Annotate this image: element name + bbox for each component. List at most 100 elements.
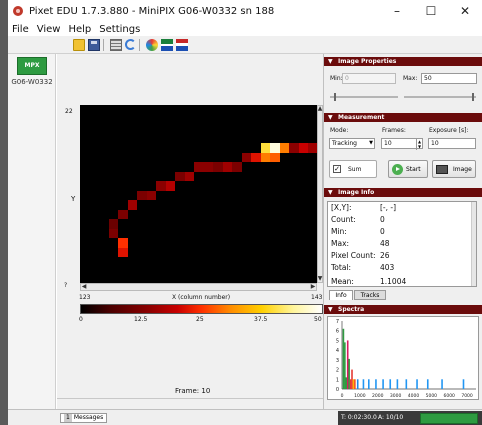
menu-settings[interactable]: Settings xyxy=(95,24,144,35)
frame-list-icon[interactable] xyxy=(110,38,122,51)
start-button[interactable]: Start xyxy=(388,160,428,178)
info-value-min: 0 xyxy=(380,227,385,236)
info-label-mean: Mean: xyxy=(331,277,354,286)
x-tick-label: 3000 xyxy=(390,393,402,399)
image-info-header[interactable]: ▼ Image Info xyxy=(324,188,482,197)
max-slider-thumb[interactable] xyxy=(472,93,474,101)
toolbar xyxy=(8,36,482,54)
min-slider-thumb[interactable] xyxy=(334,93,336,101)
hit-pixel xyxy=(270,143,280,153)
open-folder-icon[interactable] xyxy=(73,38,85,51)
info-label-count: Count: xyxy=(331,215,356,224)
x-tick-label: 6000 xyxy=(443,393,455,399)
messages-tab[interactable]: 1 Messages xyxy=(60,413,108,423)
calibration-icon[interactable] xyxy=(176,38,188,51)
hit-pixel xyxy=(260,143,270,153)
hit-pixel xyxy=(108,228,118,238)
maximize-button[interactable]: ☐ xyxy=(414,0,448,22)
hit-pixel xyxy=(298,143,308,153)
tab-tracks[interactable]: Tracks xyxy=(354,290,386,300)
close-button[interactable]: ✕ xyxy=(448,0,482,22)
menu-help[interactable]: Help xyxy=(64,24,95,35)
min-label: Min: xyxy=(330,75,343,82)
image-button[interactable]: Image xyxy=(432,160,476,178)
x-tick-label: 5000 xyxy=(426,393,438,399)
image-info-title: Image Info xyxy=(338,189,375,196)
acquisition-progress-bar xyxy=(420,413,478,424)
x-axis-tick-min: 123 xyxy=(79,294,91,301)
device-chip-icon[interactable]: MPX xyxy=(17,57,47,75)
x-axis-tick-max: 143 xyxy=(311,294,323,301)
exposure-label: Exposure [s]: xyxy=(429,127,469,134)
image-horizontal-scrollbar[interactable]: ◀ ▶ xyxy=(80,283,317,291)
hit-pixel xyxy=(251,152,261,162)
spectra-chart[interactable]: 0 1 2 3 4 5 6 7 0 1000 2000 3000 4000 5000 6000 7000 xyxy=(327,316,479,400)
collapse-triangle-icon[interactable]: ▼ xyxy=(328,113,333,122)
x-tick-label: 0 xyxy=(341,393,344,399)
y-tick-label: 2 xyxy=(336,368,339,374)
detector-image[interactable] xyxy=(80,105,317,283)
messages-label: Messages xyxy=(73,414,104,421)
hit-pixel xyxy=(203,162,213,172)
menu-file[interactable]: File xyxy=(8,24,33,35)
info-value-total: 403 xyxy=(380,263,395,272)
x-tick-label: 2000 xyxy=(372,393,384,399)
exposure-input[interactable]: 10 xyxy=(428,138,476,149)
collapse-triangle-icon[interactable]: ▼ xyxy=(328,305,333,314)
frame-label: Frame: 10 xyxy=(175,387,211,395)
max-label: Max: xyxy=(403,75,418,82)
image-viewer: 22 Y ? ▲ ▼ ◀ ▶ 123 X (column number) 143… xyxy=(57,54,323,409)
frames-spinner-icon[interactable]: ▲ ▼ xyxy=(416,139,422,150)
left-window-edge xyxy=(0,0,8,425)
mode-label: Mode: xyxy=(330,127,349,134)
tab-info[interactable]: Info xyxy=(329,290,353,300)
save-icon[interactable] xyxy=(88,38,100,51)
toolbar-separator xyxy=(103,38,104,51)
info-value-count: 0 xyxy=(380,215,385,224)
sum-toggle[interactable]: ✓ Sum xyxy=(329,160,377,178)
frames-label: Frames: xyxy=(382,127,406,134)
mode-select[interactable]: Tracking ▼ xyxy=(329,138,375,149)
y-axis-tick-bottom: ? xyxy=(64,282,68,289)
color-scale-bar[interactable] xyxy=(80,304,323,314)
max-slider-track[interactable] xyxy=(404,96,476,98)
image-info-scrollbar[interactable] xyxy=(471,202,476,286)
scroll-right-arrow-icon[interactable]: ▶ xyxy=(310,284,316,290)
hit-pixel xyxy=(241,152,251,162)
info-value-pixel-count: 26 xyxy=(380,251,390,260)
x-tick-label: 7000 xyxy=(461,393,473,399)
min-input[interactable]: 0 xyxy=(342,73,396,84)
collapse-triangle-icon[interactable]: ▼ xyxy=(328,57,333,66)
status-bar: 1 Messages T: 0:02:30.0 A: 10/10 xyxy=(8,409,482,425)
hit-pixel xyxy=(270,152,280,162)
minimize-button[interactable]: – xyxy=(380,0,414,22)
info-value-mean: 1.1004 xyxy=(380,277,407,286)
refresh-icon[interactable] xyxy=(125,39,136,50)
max-input[interactable]: 50 xyxy=(421,73,477,84)
status-acquisitions: A: 10/10 xyxy=(378,414,404,421)
y-tick-label: 1 xyxy=(336,377,339,383)
equalize-icon[interactable] xyxy=(161,38,173,51)
color-palette-icon[interactable] xyxy=(146,38,158,51)
colorbar-tick: 12.5 xyxy=(134,316,148,323)
y-tick-label: 7 xyxy=(336,319,339,325)
sum-checkbox[interactable]: ✓ xyxy=(333,165,341,173)
hit-pixel xyxy=(127,200,137,210)
measurement-header[interactable]: ▼ Measurement xyxy=(324,113,482,122)
hit-pixel xyxy=(108,219,118,229)
toolbar-separator xyxy=(139,38,140,51)
collapse-triangle-icon[interactable]: ▼ xyxy=(328,188,333,197)
device-name[interactable]: G06-W0332 xyxy=(8,78,56,86)
divider xyxy=(57,398,323,399)
frames-input[interactable]: 10 ▲ ▼ xyxy=(381,138,423,150)
spectra-header[interactable]: ▼ Spectra xyxy=(324,305,482,314)
info-label-xy: [X,Y]: xyxy=(331,203,352,212)
image-properties-title: Image Properties xyxy=(338,58,397,65)
scroll-left-arrow-icon[interactable]: ◀ xyxy=(81,284,87,290)
y-tick-label: 5 xyxy=(336,338,339,344)
image-properties-header[interactable]: ▼ Image Properties xyxy=(324,57,482,66)
info-label-total: Total: xyxy=(331,263,352,272)
min-slider-track[interactable] xyxy=(330,96,398,98)
menu-view[interactable]: View xyxy=(33,24,65,35)
status-time: T: 0:02:30.0 xyxy=(341,414,377,421)
